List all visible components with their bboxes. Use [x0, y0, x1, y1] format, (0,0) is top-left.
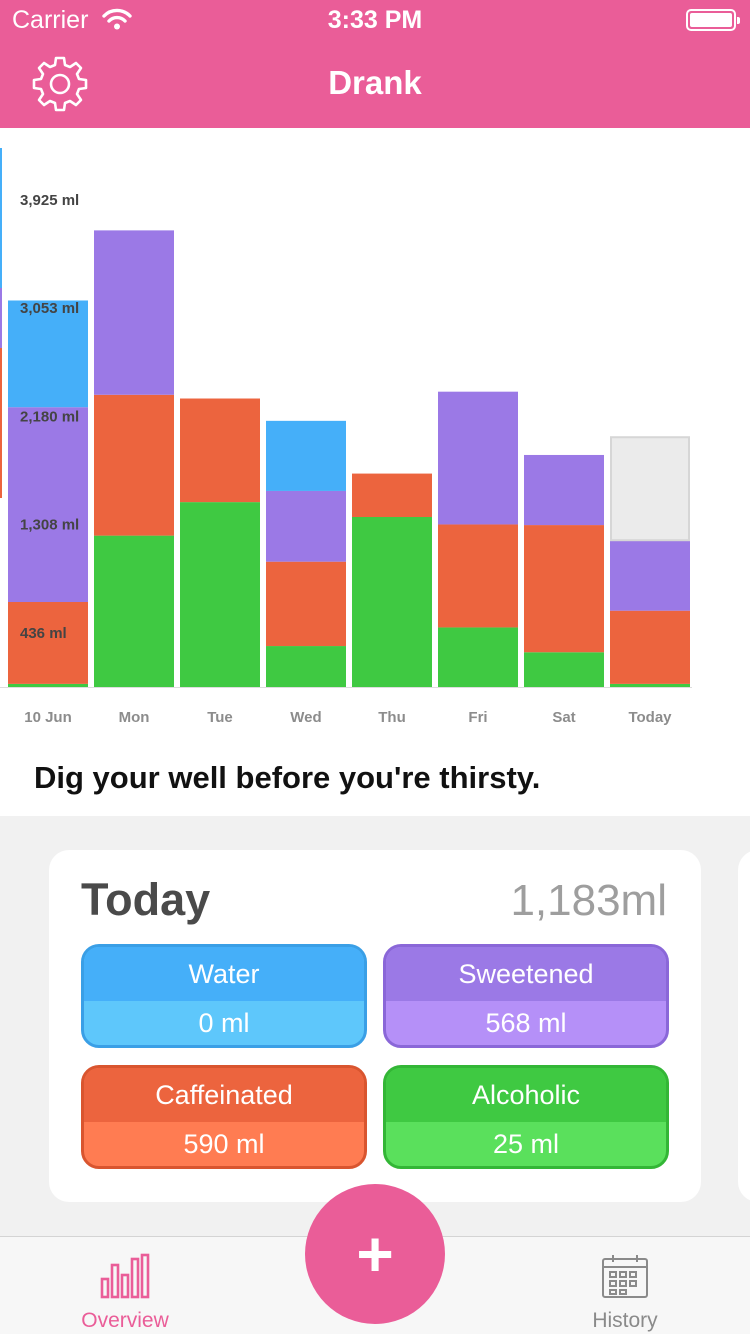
y-tick-label: 436 ml	[20, 625, 67, 642]
bar-segment[interactable]	[266, 490, 346, 562]
drink-tile-value: 590 ml	[183, 1129, 265, 1159]
bar-segment[interactable]	[352, 517, 432, 687]
drink-tile-caffeinated[interactable]: Caffeinated 590 ml	[81, 1065, 367, 1169]
bar-segment[interactable]	[180, 398, 260, 503]
x-tick-label: Tue	[207, 709, 233, 726]
x-tick-label: Fri	[468, 709, 487, 726]
x-tick-label: Thu	[378, 709, 406, 726]
bar-segment[interactable]	[8, 407, 88, 603]
next-card-peek[interactable]	[738, 850, 750, 1202]
x-tick-label: Mon	[119, 709, 150, 726]
calendar-icon	[602, 1255, 648, 1298]
weekly-intake-chart[interactable]: 10 Jun Mon Tue Wed Thu Fri Sat Today 3,925 ml 3,0…	[0, 128, 750, 738]
y-tick-label: 3,925 ml	[20, 192, 79, 209]
bar-segment[interactable]	[610, 610, 690, 684]
tab-history-label: History	[592, 1309, 658, 1332]
chart-panel: 10 Jun Mon Tue Wed Thu Fri Sat Today 3,925 ml 3,0…	[0, 128, 750, 816]
header-bar: Carrier 3:33 PM Drank	[0, 0, 750, 128]
drink-tile-label: Water	[84, 947, 364, 1001]
drink-tile-value: 25 ml	[492, 1129, 560, 1159]
tab-history[interactable]: History	[525, 1237, 725, 1334]
app-screen: Carrier 3:33 PM Drank 10 Jun Mon Tue Wed Thu…	[0, 0, 750, 1334]
y-tick-label: 3,053 ml	[20, 300, 79, 317]
battery-icon	[686, 9, 740, 31]
partial-bar-segment[interactable]	[0, 288, 2, 348]
drink-tile-value: 0 ml	[198, 1008, 250, 1038]
today-card[interactable]: Today 1,183ml Water 0 ml Sweetened 568 ml Ca…	[49, 850, 701, 1202]
x-tick-label: Today	[628, 709, 672, 726]
partial-bar-segment[interactable]	[0, 148, 2, 288]
bar-segment[interactable]	[180, 502, 260, 687]
bar-remaining-goal[interactable]	[610, 436, 690, 542]
today-card-title: Today	[81, 874, 211, 925]
bar-segment[interactable]	[266, 561, 346, 647]
drink-tile-value: 568 ml	[485, 1008, 567, 1038]
y-tick-label: 2,180 ml	[20, 409, 79, 426]
bar-chart-icon	[100, 1253, 150, 1299]
x-tick-label: Sat	[552, 709, 575, 726]
add-drink-button[interactable]: +	[305, 1184, 445, 1324]
partial-bar-segment[interactable]	[0, 348, 2, 498]
bar-segment[interactable]	[524, 454, 604, 526]
bar-segment[interactable]	[438, 524, 518, 628]
y-tick-label: 1,308 ml	[20, 517, 79, 534]
bar-segment[interactable]	[94, 230, 174, 395]
bar-segment[interactable]	[352, 473, 432, 518]
bar-segment[interactable]	[610, 683, 690, 687]
plus-icon: +	[356, 1218, 394, 1290]
x-tick-label: 10 Jun	[24, 709, 72, 726]
bar-segment[interactable]	[8, 683, 88, 687]
motivational-quote: Dig your well before you're thirsty.	[34, 760, 541, 795]
bar-segment[interactable]	[610, 540, 690, 611]
bar-segment[interactable]	[524, 525, 604, 653]
drink-tile-label: Caffeinated	[84, 1068, 364, 1122]
bar-segment[interactable]	[524, 652, 604, 687]
bar-segment[interactable]	[266, 646, 346, 687]
drink-tile-label: Alcoholic	[386, 1068, 666, 1122]
drink-tile-alcoholic[interactable]: Alcoholic 25 ml	[383, 1065, 669, 1169]
drink-tile-water[interactable]: Water 0 ml	[81, 944, 367, 1048]
bar-segment[interactable]	[266, 420, 346, 491]
tab-overview-label: Overview	[81, 1309, 169, 1332]
bar-segment[interactable]	[438, 627, 518, 687]
bar-segment[interactable]	[8, 602, 88, 684]
x-tick-label: Wed	[290, 709, 321, 726]
drink-tile-sweetened[interactable]: Sweetened 568 ml	[383, 944, 669, 1048]
bar-segment[interactable]	[94, 535, 174, 687]
bar-segment[interactable]	[438, 391, 518, 525]
status-time: 3:33 PM	[327, 6, 423, 34]
tab-overview[interactable]: Overview	[25, 1237, 225, 1334]
today-total: 1,183ml	[510, 876, 667, 925]
drink-tile-label: Sweetened	[386, 947, 666, 1001]
bar-segment[interactable]	[94, 394, 174, 536]
page-title: Drank	[328, 64, 422, 101]
